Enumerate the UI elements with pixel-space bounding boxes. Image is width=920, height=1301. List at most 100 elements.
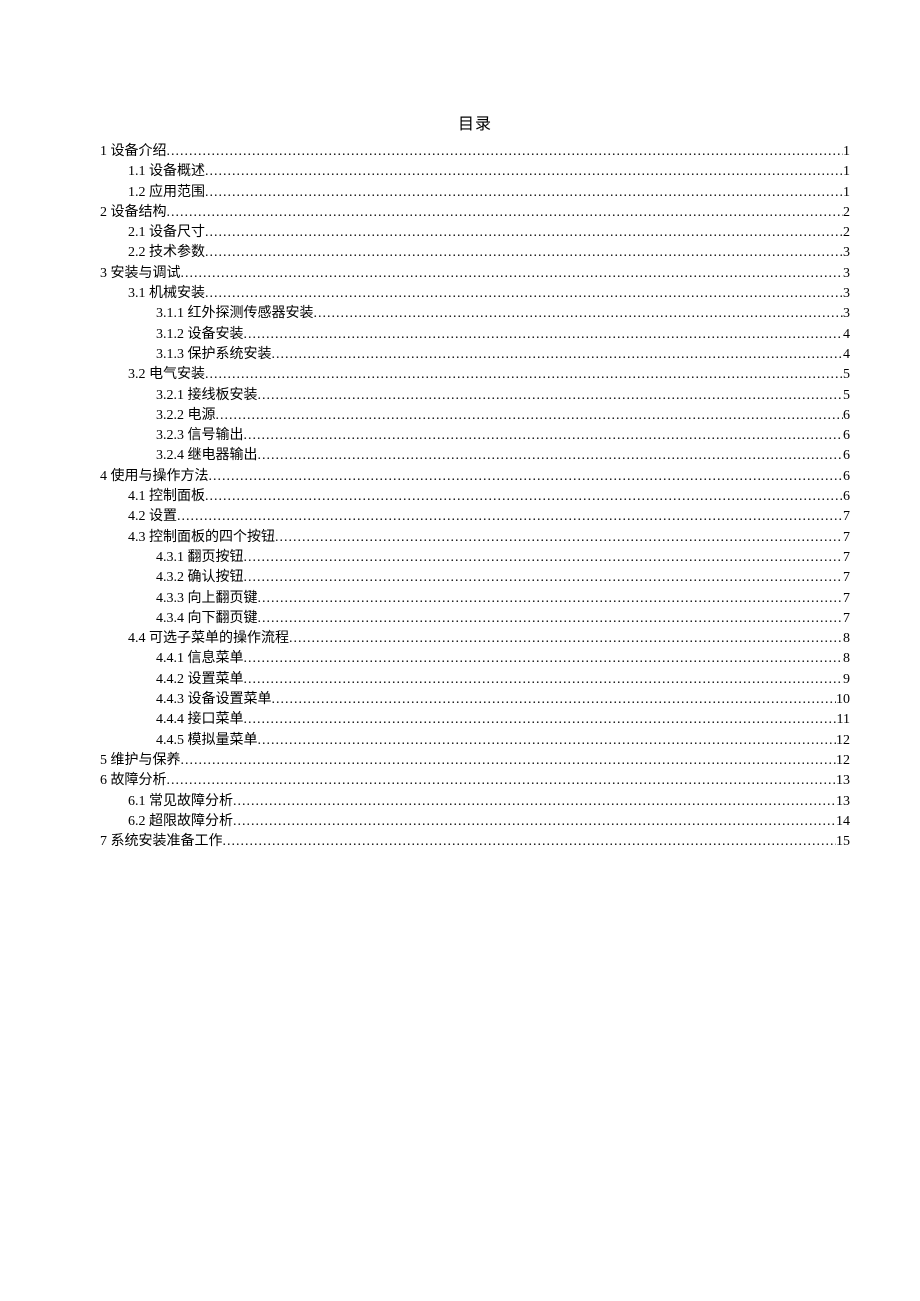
toc-entry-label: 3.1.2 设备安装 — [156, 325, 244, 345]
toc-leader-dots — [181, 751, 837, 771]
toc-leader-dots — [181, 264, 844, 284]
toc-leader-dots — [167, 203, 844, 223]
toc-leader-dots — [205, 162, 843, 182]
toc-entry-label: 3.2.1 接线板安装 — [156, 386, 258, 406]
toc-entry[interactable]: 4.4.1 信息菜单8 — [100, 649, 850, 669]
toc-leader-dots — [314, 304, 844, 324]
toc-entry-page: 9 — [843, 670, 850, 690]
toc-entry[interactable]: 4.4.3 设备设置菜单10 — [100, 690, 850, 710]
toc-entry-label: 4.2 设置 — [128, 507, 177, 527]
toc-leader-dots — [244, 568, 844, 588]
toc-leader-dots — [289, 629, 843, 649]
toc-entry-page: 3 — [843, 243, 850, 263]
toc-leader-dots — [244, 325, 844, 345]
toc-entry-label: 1.1 设备概述 — [128, 162, 205, 182]
toc-entry[interactable]: 4.3.3 向上翻页键 7 — [100, 589, 850, 609]
toc-entry-label: 3.2 电气安装 — [128, 365, 205, 385]
toc-entry[interactable]: 3.2.1 接线板安装 5 — [100, 386, 850, 406]
toc-entry[interactable]: 1.1 设备概述1 — [100, 162, 850, 182]
toc-entry-label: 2.1 设备尺寸 — [128, 223, 205, 243]
toc-entry-page: 6 — [843, 446, 850, 466]
toc-entry-label: 4.4.5 模拟量菜单 — [156, 731, 258, 751]
toc-entry-page: 12 — [836, 731, 850, 751]
toc-entry[interactable]: 3.1 机械安装3 — [100, 284, 850, 304]
toc-entry-label: 3.1 机械安装 — [128, 284, 205, 304]
toc-entry[interactable]: 3.2.4 继电器输出 6 — [100, 446, 850, 466]
toc-leader-dots — [177, 507, 843, 527]
toc-entry[interactable]: 1.2 应用范围1 — [100, 183, 850, 203]
toc-entry[interactable]: 6.1 常见故障分析13 — [100, 792, 850, 812]
toc-leader-dots — [233, 792, 836, 812]
toc-entry[interactable]: 5 维护与保养12 — [100, 751, 850, 771]
toc-entry-page: 3 — [843, 304, 850, 324]
toc-entry-page: 7 — [843, 589, 850, 609]
toc-entry[interactable]: 4.3.1 翻页按钮 7 — [100, 548, 850, 568]
toc-entry[interactable]: 6.2 超限故障分析 14 — [100, 812, 850, 832]
toc-leader-dots — [205, 284, 843, 304]
toc-entry[interactable]: 4.1 控制面板6 — [100, 487, 850, 507]
toc-leader-dots — [205, 243, 843, 263]
toc-leader-dots — [205, 183, 843, 203]
toc-entry-page: 8 — [843, 649, 850, 669]
toc-entry[interactable]: 4.4 可选子菜单的操作流程8 — [100, 629, 850, 649]
toc-entry-page: 7 — [843, 528, 850, 548]
toc-entry[interactable]: 4.4.4 接口菜单11 — [100, 710, 850, 730]
toc-entry-page: 7 — [843, 548, 850, 568]
toc-entry-label: 6.1 常见故障分析 — [128, 792, 233, 812]
toc-entry[interactable]: 6 故障分析13 — [100, 771, 850, 791]
toc-leader-dots — [167, 771, 837, 791]
toc-entry[interactable]: 3.1.1 红外探测传感器安装3 — [100, 304, 850, 324]
toc-leader-dots — [258, 731, 837, 751]
toc-entry[interactable]: 3.2.3 信号输出6 — [100, 426, 850, 446]
toc-leader-dots — [244, 426, 844, 446]
toc-entry[interactable]: 4.3 控制面板的四个按钮7 — [100, 528, 850, 548]
toc-entry[interactable]: 4.2 设置 7 — [100, 507, 850, 527]
toc-entry[interactable]: 4.4.5 模拟量菜单 12 — [100, 731, 850, 751]
toc-leader-dots — [205, 223, 843, 243]
toc-entry-label: 4 使用与操作方法 — [100, 467, 209, 487]
toc-entry-label: 4.3.1 翻页按钮 — [156, 548, 244, 568]
toc-entry-label: 4.3.3 向上翻页键 — [156, 589, 258, 609]
toc-leader-dots — [244, 710, 837, 730]
toc-entry[interactable]: 3 安装与调试 3 — [100, 264, 850, 284]
toc-entry-label: 4.4 可选子菜单的操作流程 — [128, 629, 289, 649]
toc-entry-page: 5 — [843, 365, 850, 385]
toc-leader-dots — [216, 406, 844, 426]
toc-entry[interactable]: 7 系统安装准备工作15 — [100, 832, 850, 852]
toc-leader-dots — [205, 365, 843, 385]
toc-entry-label: 1 设备介绍 — [100, 142, 167, 162]
toc-entry-page: 13 — [836, 771, 850, 791]
toc-entry[interactable]: 2 设备结构2 — [100, 203, 850, 223]
toc-entry[interactable]: 3.1.3 保护系统安装4 — [100, 345, 850, 365]
toc-entry-label: 3.2.4 继电器输出 — [156, 446, 258, 466]
toc-entry-label: 1.2 应用范围 — [128, 183, 205, 203]
toc-entry-page: 12 — [836, 751, 850, 771]
toc-entry-page: 5 — [843, 386, 850, 406]
toc-entry-page: 11 — [837, 710, 850, 730]
toc-entry-page: 6 — [843, 406, 850, 426]
toc-entry[interactable]: 3.2.2 电源 6 — [100, 406, 850, 426]
toc-entry-page: 7 — [843, 507, 850, 527]
toc-entry-page: 2 — [843, 203, 850, 223]
toc-entry[interactable]: 3.1.2 设备安装4 — [100, 325, 850, 345]
toc-entry-label: 7 系统安装准备工作 — [100, 832, 223, 852]
toc-entry[interactable]: 3.2 电气安装 5 — [100, 365, 850, 385]
toc-entry-label: 3.2.2 电源 — [156, 406, 216, 426]
toc-entry[interactable]: 1 设备介绍1 — [100, 142, 850, 162]
toc-entry-label: 3 安装与调试 — [100, 264, 181, 284]
toc-leader-dots — [209, 467, 844, 487]
toc-entry[interactable]: 2.2 技术参数 3 — [100, 243, 850, 263]
toc-entry-label: 2.2 技术参数 — [128, 243, 205, 263]
toc-entry-label: 4.1 控制面板 — [128, 487, 205, 507]
toc-entry[interactable]: 4 使用与操作方法6 — [100, 467, 850, 487]
toc-entry-label: 6.2 超限故障分析 — [128, 812, 233, 832]
toc-entry-page: 2 — [843, 223, 850, 243]
toc-entry[interactable]: 2.1 设备尺寸 2 — [100, 223, 850, 243]
toc-entry[interactable]: 4.3.4 向下翻页键7 — [100, 609, 850, 629]
toc-entry[interactable]: 4.3.2 确认按钮7 — [100, 568, 850, 588]
toc-entry-page: 3 — [843, 264, 850, 284]
toc-entry-label: 4.3.4 向下翻页键 — [156, 609, 258, 629]
toc-entry[interactable]: 4.4.2 设置菜单9 — [100, 670, 850, 690]
toc-leader-dots — [272, 345, 844, 365]
toc-entry-page: 14 — [836, 812, 850, 832]
